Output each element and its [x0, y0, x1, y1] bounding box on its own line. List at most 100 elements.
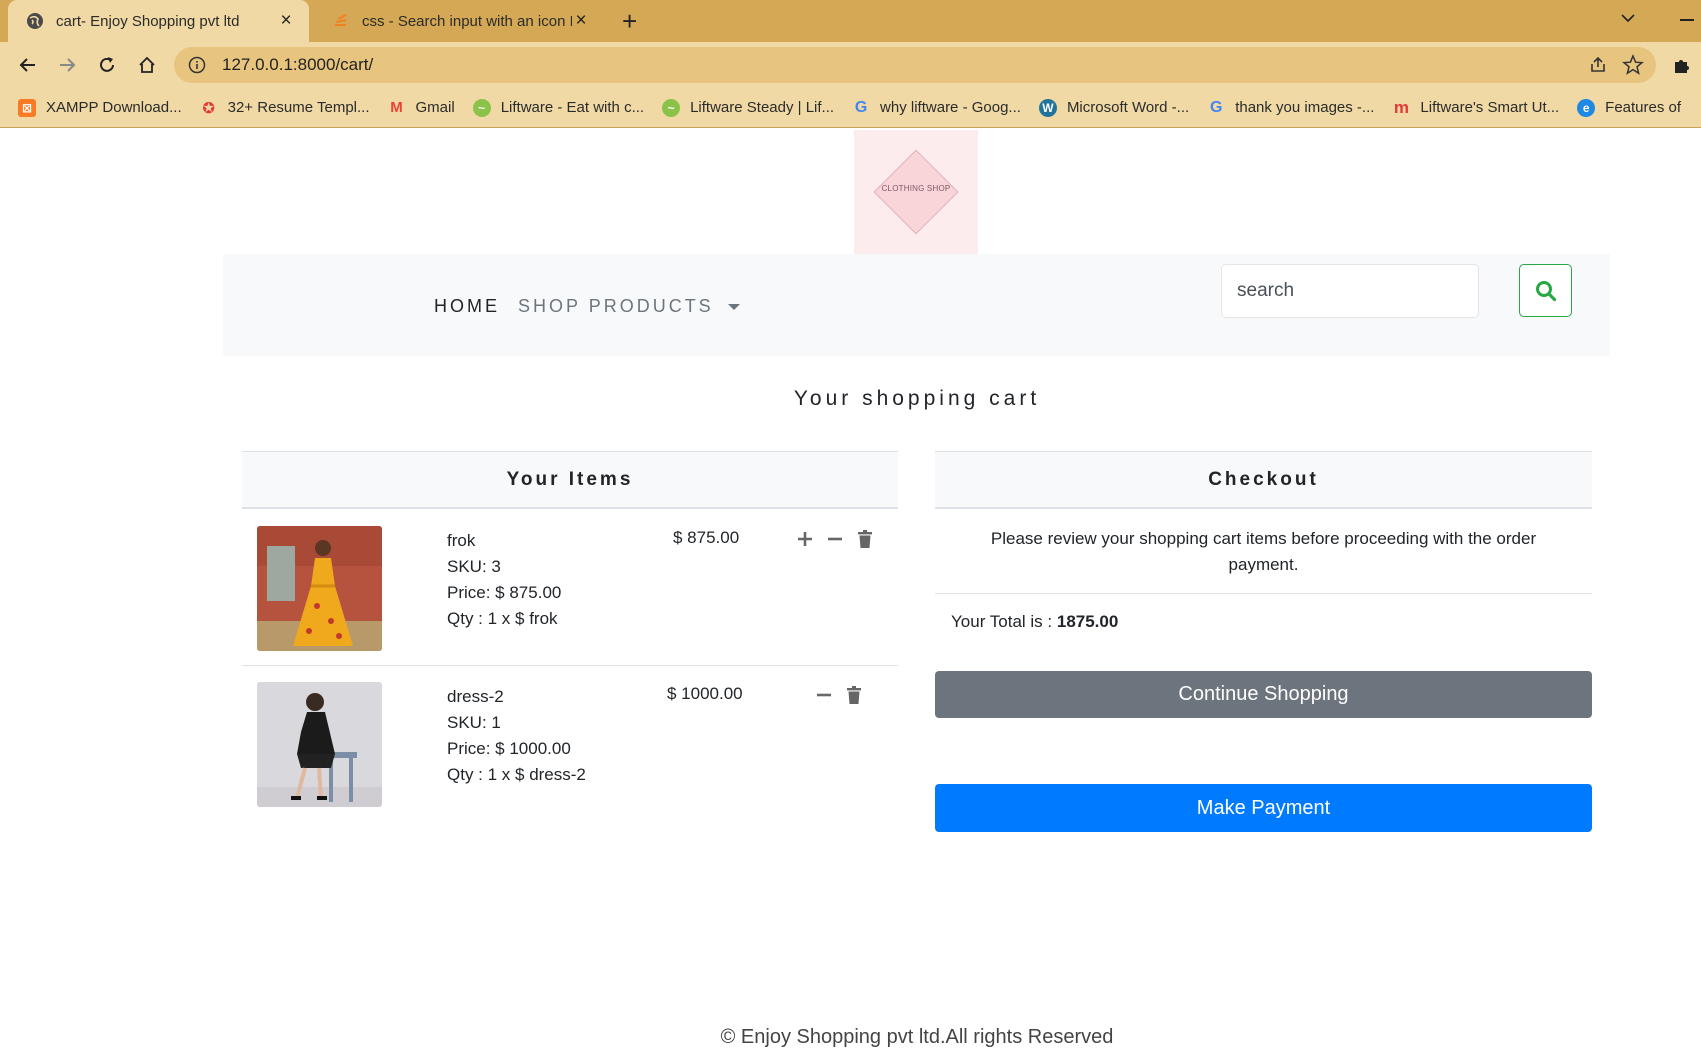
increase-qty-button[interactable] [794, 528, 816, 550]
checkout-header: Checkout [935, 451, 1592, 509]
bookmark-gmail[interactable]: M Gmail [388, 99, 455, 117]
browser-toolbar: 127.0.0.1:8000/cart/ [0, 42, 1701, 88]
close-tab-icon[interactable]: × [572, 10, 590, 31]
nav-home-link[interactable]: HOME [434, 296, 500, 317]
xampp-icon: ⊠ [18, 98, 36, 117]
decrease-qty-button[interactable] [824, 528, 846, 550]
tab-search-chevron-icon[interactable] [1620, 10, 1636, 26]
total-value: 1875.00 [1056, 612, 1119, 631]
liftware-icon: ~ [472, 98, 491, 117]
plus-icon [798, 532, 812, 546]
tab-title: css - Search input with an icon Bo [362, 12, 572, 30]
footer-copyright: © Enjoy Shopping pvt ltd.All rights Rese… [720, 1026, 1114, 1048]
product-image-dress-2[interactable] [257, 682, 382, 807]
home-icon[interactable] [135, 53, 159, 77]
search-icon [1535, 280, 1556, 301]
trash-icon [847, 686, 861, 704]
cart-item-row: frok SKU: 3 Price: $ 875.00 Qty : 1 x $ … [242, 510, 898, 666]
gmail-icon: M [390, 99, 403, 116]
nav-shop-products-dropdown[interactable]: SHOP PRODUCTS [518, 296, 740, 317]
liftware-icon: ~ [662, 98, 681, 117]
bookmark-thank-you-images[interactable]: Gthank you images -... [1207, 99, 1374, 117]
your-items-header: Your Items [242, 451, 898, 509]
close-tab-icon[interactable]: × [277, 10, 295, 31]
bookmark-why-liftware[interactable]: Gwhy liftware - Goog... [852, 99, 1021, 117]
item-line-total: $ 875.00 [673, 528, 740, 547]
site-info-icon[interactable] [188, 56, 206, 74]
share-icon[interactable] [1588, 55, 1608, 75]
item-sku: SKU: 3 [447, 557, 501, 576]
edge-icon: e [1577, 98, 1596, 117]
search-button[interactable] [1519, 264, 1572, 317]
browser-tab-strip: cart- Enjoy Shopping pvt ltd × css - Sea… [0, 0, 1701, 42]
bookmark-liftware-steady[interactable]: ~ Liftware Steady | Lif... [662, 98, 835, 117]
decrease-qty-button[interactable] [813, 684, 835, 706]
bookmark-label: thank you images -... [1235, 99, 1375, 116]
item-name: dress-2 [447, 687, 504, 706]
m-icon: m [1393, 97, 1409, 117]
remove-item-button[interactable] [854, 528, 876, 550]
cart-total: Your Total is : 1875.00 [951, 612, 1118, 632]
minus-icon [828, 537, 842, 541]
site-logo[interactable]: CLOTHING SHOP [854, 130, 978, 254]
continue-shopping-button[interactable]: Continue Shopping [935, 671, 1592, 718]
bookmarks-bar: ⊠ XAMPP Download... ✪ 32+ Resume Templ... … [0, 88, 1701, 128]
item-details: frok SKU: 3 Price: $ 875.00 Qty : 1 x $ … [447, 528, 561, 632]
tab-title: cart- Enjoy Shopping pvt ltd [56, 12, 240, 30]
new-tab-button[interactable]: + [622, 8, 637, 34]
remove-item-button[interactable] [843, 684, 865, 706]
bookmark-label: Microsoft Word -... [1066, 99, 1190, 116]
bookmark-label: Features of [1605, 99, 1682, 116]
item-price: Price: $ 875.00 [447, 583, 562, 602]
item-qty: Qty : 1 x $ dress-2 [447, 765, 586, 784]
item-actions [794, 528, 884, 550]
bookmark-xampp[interactable]: ⊠ XAMPP Download... [18, 98, 182, 117]
bookmark-liftware-eat[interactable]: ~ Liftware - Eat with c... [472, 98, 645, 117]
stackoverflow-icon [335, 13, 347, 26]
bookmark-resume[interactable]: ✪ 32+ Resume Templ... [200, 99, 370, 117]
minus-icon [817, 693, 831, 697]
nav-shop-label: SHOP PRODUCTS [518, 296, 714, 316]
bookmark-label: Liftware - Eat with c... [500, 99, 645, 116]
bookmark-label: Liftware's Smart Ut... [1420, 99, 1560, 116]
trash-icon [858, 530, 872, 548]
item-line-total: $ 1000.00 [667, 684, 743, 703]
item-qty: Qty : 1 x $ frok [447, 609, 558, 628]
resume-icon: ✪ [202, 99, 215, 117]
bookmark-label: why liftware - Goog... [880, 99, 1021, 116]
bookmark-label: 32+ Resume Templ... [227, 99, 370, 116]
bookmark-label: XAMPP Download... [46, 99, 182, 116]
product-image-frok[interactable] [257, 526, 382, 651]
tab-css-search[interactable]: css - Search input with an icon Bo × [314, 0, 604, 42]
bookmark-label: Liftware Steady | Lif... [690, 99, 835, 116]
item-price: Price: $ 1000.00 [447, 739, 571, 758]
item-sku: SKU: 1 [447, 713, 501, 732]
make-payment-button[interactable]: Make Payment [935, 784, 1592, 832]
page-title: Your shopping cart [793, 387, 1041, 410]
tab-cart[interactable]: cart- Enjoy Shopping pvt ltd × [8, 0, 309, 42]
minimize-window-icon[interactable] [1680, 19, 1694, 21]
item-name: frok [447, 531, 476, 550]
search-input[interactable] [1221, 264, 1479, 318]
bookmark-star-icon[interactable] [1622, 54, 1644, 76]
globe-icon [27, 13, 43, 29]
back-arrow-icon[interactable] [16, 53, 40, 77]
google-icon: G [854, 98, 868, 116]
logo-text: CLOTHING SHOP [881, 184, 951, 193]
google-icon: G [1209, 98, 1223, 116]
reload-icon[interactable] [95, 53, 119, 77]
caret-down-icon [727, 303, 740, 310]
bookmark-microsoft-word[interactable]: W Microsoft Word -... [1038, 98, 1190, 117]
cart-item-row: dress-2 SKU: 1 Price: $ 1000.00 Qty : 1 … [242, 666, 898, 822]
wordpress-icon: W [1038, 98, 1057, 117]
item-actions [813, 684, 873, 706]
address-bar[interactable]: 127.0.0.1:8000/cart/ [174, 47, 1656, 83]
total-label: Your Total is : [951, 612, 1053, 631]
site-navbar: HOME SHOP PRODUCTS [223, 254, 1610, 356]
bookmark-liftware-smart[interactable]: m Liftware's Smart Ut... [1392, 97, 1560, 117]
extensions-puzzle-icon[interactable] [1672, 54, 1694, 76]
forward-arrow-icon[interactable] [55, 53, 79, 77]
bookmark-label: Gmail [415, 99, 455, 116]
bookmark-features[interactable]: e Features of [1577, 98, 1682, 117]
item-details: dress-2 SKU: 1 Price: $ 1000.00 Qty : 1 … [447, 684, 586, 788]
